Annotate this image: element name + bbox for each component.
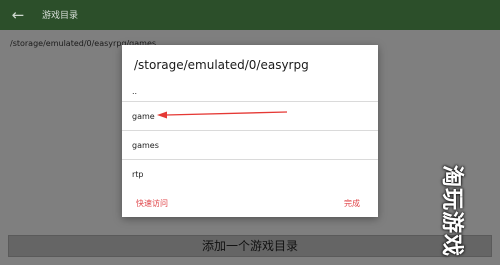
back-arrow-icon[interactable]: ← — [10, 5, 26, 25]
quick-access-button[interactable]: 快速访问 — [136, 198, 168, 209]
list-item-rtp[interactable]: rtp — [122, 159, 378, 188]
dialog-title: /storage/emulated/0/easyrpg — [134, 58, 309, 72]
done-button[interactable]: 完成 — [344, 198, 360, 209]
list-item-parent-directory[interactable]: .. — [122, 83, 378, 101]
add-game-directory-label: 添加一个游戏目录 — [201, 239, 298, 253]
add-game-directory-button[interactable]: 添加一个游戏目录 — [8, 235, 492, 257]
list-item-games[interactable]: games — [122, 130, 378, 159]
watermark-text: 淘玩游戏 — [439, 165, 464, 258]
app-screen: ← 游戏目录 /storage/emulated/0/easyrpg/games… — [0, 0, 500, 265]
folder-picker-dialog: /storage/emulated/0/easyrpg .. game game… — [122, 45, 378, 217]
app-bar-title: 游戏目录 — [42, 11, 79, 21]
list-item-game[interactable]: game — [122, 101, 378, 130]
app-bar: ← 游戏目录 — [0, 0, 500, 30]
